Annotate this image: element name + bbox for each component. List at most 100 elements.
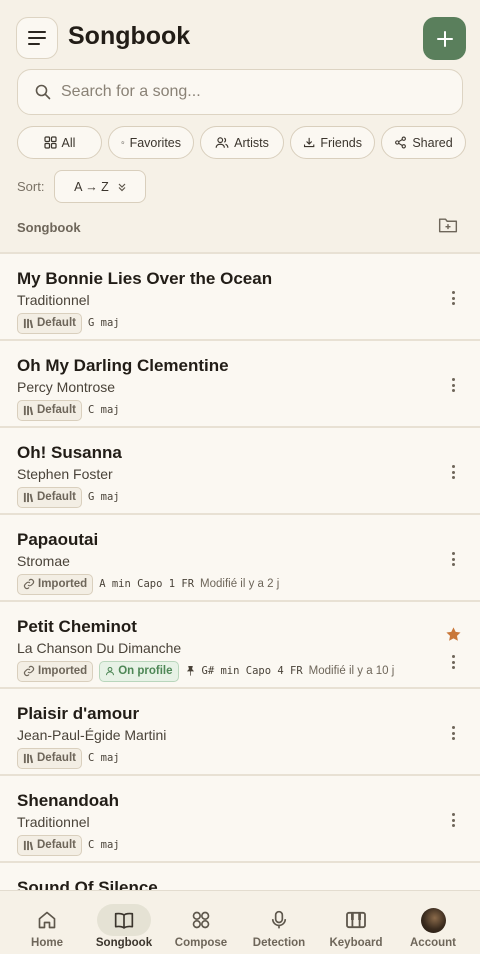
nav-home[interactable]: Home	[7, 891, 87, 954]
nav-label: Keyboard	[329, 937, 383, 949]
filter-all[interactable]: All	[17, 126, 102, 159]
filter-shared[interactable]: Shared	[381, 126, 466, 159]
song-meta: Default C maj	[17, 834, 120, 856]
song-key: C maj	[87, 752, 120, 764]
library-icon	[23, 840, 34, 850]
song-modified: Modifié il y a 2 j	[200, 578, 280, 590]
nav-detection[interactable]: Detection	[239, 891, 319, 954]
on-profile-badge: On profile	[99, 660, 179, 682]
library-icon	[23, 405, 34, 415]
song-list: My Bonnie Lies Over the Ocean Traditionn…	[0, 252, 480, 890]
badge-label: Default	[37, 404, 76, 416]
piano-icon	[346, 911, 366, 929]
nav-label: Songbook	[95, 937, 153, 949]
favorite-star-icon[interactable]	[445, 626, 462, 648]
pin-icon	[186, 666, 194, 676]
filter-chips: All Favorites Artists Friends Shared	[17, 126, 466, 160]
song-artist: Stromae	[17, 553, 70, 569]
song-title: My Bonnie Lies Over the Ocean	[17, 269, 273, 288]
song-item[interactable]: Sound Of Silence	[0, 863, 480, 890]
song-title: Plaisir d'amour	[17, 704, 140, 723]
more-options-button[interactable]	[446, 652, 460, 672]
star-icon	[121, 140, 125, 145]
default-badge: Default	[17, 486, 82, 508]
more-options-button[interactable]	[446, 810, 460, 830]
nav-account[interactable]: Account	[393, 891, 473, 954]
song-meta: Default G maj	[17, 486, 120, 508]
more-options-button[interactable]	[446, 549, 460, 569]
library-icon	[23, 753, 34, 763]
default-badge: Default	[17, 747, 82, 769]
book-icon	[114, 912, 134, 929]
imported-badge: Imported	[17, 660, 94, 682]
song-title: Shenandoah	[17, 791, 120, 810]
song-artist: Traditionnel	[17, 814, 90, 830]
song-key: C maj	[87, 839, 120, 851]
badge-label: Imported	[38, 665, 88, 677]
new-folder-button[interactable]	[438, 216, 460, 238]
song-item[interactable]: My Bonnie Lies Over the Ocean Traditionn…	[0, 254, 480, 341]
song-meta: Imported On profile G# min Capo 4 FR Mod…	[17, 660, 394, 682]
nav-label: Detection	[252, 937, 306, 949]
nav-songbook[interactable]: Songbook	[84, 891, 164, 954]
menu-icon	[28, 31, 46, 45]
nav-label: Compose	[174, 937, 228, 949]
bottom-navigation: Home Songbook Compose Detection Keyboard…	[0, 890, 480, 954]
filter-artists-label: Artists	[234, 135, 269, 150]
microphone-icon	[271, 910, 287, 929]
filter-all-label: All	[61, 135, 76, 150]
folder-plus-icon	[438, 218, 458, 233]
filter-favorites-label: Favorites	[129, 135, 181, 150]
search-input[interactable]	[61, 83, 421, 101]
avatar	[420, 907, 446, 933]
more-options-button[interactable]	[446, 462, 460, 482]
grid-icon	[43, 136, 57, 149]
badge-label: Default	[37, 752, 76, 764]
song-artist: La Chanson Du Dimanche	[17, 640, 182, 656]
more-options-button[interactable]	[446, 375, 460, 395]
filter-friends[interactable]: Friends	[290, 126, 375, 159]
song-key: A min Capo 1 FR	[99, 578, 195, 590]
filter-artists[interactable]: Artists	[200, 126, 284, 159]
link-icon	[23, 665, 35, 677]
imported-badge: Imported	[17, 573, 94, 595]
search-bar	[17, 69, 463, 115]
song-key: G# min Capo 4 FR	[201, 665, 303, 677]
sort-dropdown[interactable]: A → Z	[54, 170, 147, 203]
song-item[interactable]: Petit Cheminot La Chanson Du Dimanche Im…	[0, 602, 480, 689]
sort-label: Sort:	[17, 179, 45, 194]
song-item[interactable]: Plaisir d'amour Jean-Paul-Égide Martini …	[0, 689, 480, 776]
filter-friends-label: Friends	[320, 135, 362, 150]
song-item[interactable]: Papaoutai Stromae Imported A min Capo 1 …	[0, 515, 480, 602]
song-meta: Default G maj	[17, 312, 120, 334]
song-modified: Modifié il y a 10 j	[308, 665, 395, 677]
library-icon	[23, 318, 34, 328]
badge-label: Default	[37, 317, 76, 329]
song-title: Sound Of Silence	[17, 878, 158, 890]
song-item[interactable]: Oh! Susanna Stephen Foster Default G maj	[0, 428, 480, 515]
default-badge: Default	[17, 312, 82, 334]
more-options-button[interactable]	[446, 288, 460, 308]
share-icon	[395, 136, 407, 149]
song-artist: Percy Montrose	[17, 379, 116, 395]
add-song-button[interactable]	[423, 17, 466, 60]
song-item[interactable]: Shenandoah Traditionnel Default C maj	[0, 776, 480, 863]
song-key: G maj	[87, 491, 120, 503]
sort-row: Sort: A → Z	[17, 170, 147, 203]
home-icon	[38, 911, 56, 929]
song-item[interactable]: Oh My Darling Clementine Percy Montrose …	[0, 341, 480, 428]
page-title: Songbook	[68, 22, 191, 50]
menu-button[interactable]	[16, 17, 58, 59]
song-meta: Default C maj	[17, 747, 120, 769]
song-key: C maj	[87, 404, 120, 416]
badge-label: Imported	[38, 578, 88, 590]
nav-compose[interactable]: Compose	[161, 891, 241, 954]
song-title: Oh My Darling Clementine	[17, 356, 229, 375]
library-icon	[23, 492, 34, 502]
song-title: Petit Cheminot	[17, 617, 137, 636]
link-icon	[23, 578, 35, 590]
more-options-button[interactable]	[446, 723, 460, 743]
filter-favorites[interactable]: Favorites	[108, 126, 194, 159]
nav-keyboard[interactable]: Keyboard	[316, 891, 396, 954]
section-label: Songbook	[17, 220, 81, 235]
